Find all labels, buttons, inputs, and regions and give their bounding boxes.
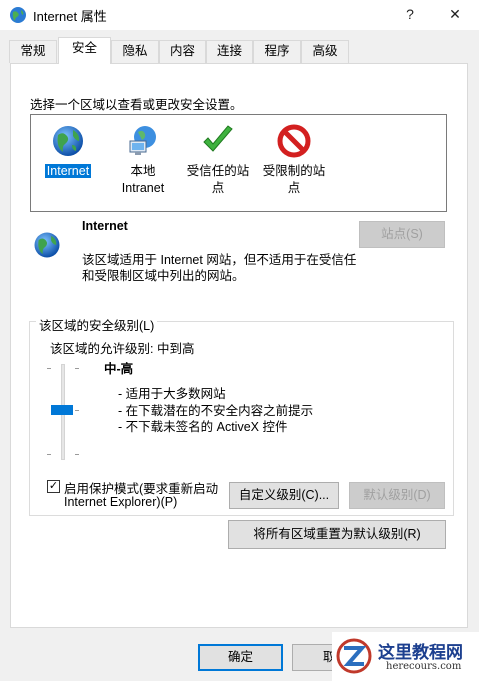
help-button[interactable]: ? — [397, 3, 423, 25]
tab-content[interactable]: 内容 — [159, 40, 206, 63]
watermark-logo-icon — [336, 638, 372, 674]
internet-options-icon — [9, 6, 27, 24]
ok-button[interactable]: 确定 — [198, 644, 283, 671]
tab-programs[interactable]: 程序 — [253, 40, 301, 63]
globe-icon — [50, 123, 86, 159]
detail-desc-line2: 和受限制区域中列出的网站。 — [82, 269, 245, 283]
close-button[interactable]: ✕ — [442, 3, 468, 25]
tab-general[interactable]: 常规 — [9, 40, 57, 63]
tab-privacy[interactable]: 隐私 — [111, 40, 159, 63]
watermark-url: herecours.com — [386, 661, 462, 672]
watermark: 这里教程网 herecours.com — [332, 632, 479, 681]
detail-title: Internet — [82, 219, 128, 233]
zone-trusted-sites[interactable]: 受信任的站 点 — [185, 123, 251, 197]
zone-restricted-line2: 点 — [287, 181, 301, 195]
zone-restricted-sites[interactable]: 受限制的站 点 — [261, 123, 327, 197]
default-level-button[interactable]: 默认级别(D) — [349, 482, 445, 509]
tab-connections[interactable]: 连接 — [206, 40, 253, 63]
custom-level-button[interactable]: 自定义级别(C)... — [229, 482, 339, 509]
zone-trusted-line1: 受信任的站 — [186, 164, 250, 178]
zone-list: Internet 本地 Intranet 受信任的站 点 受限制的站 点 — [30, 114, 447, 212]
slider-tick — [75, 454, 79, 455]
tab-advanced[interactable]: 高级 — [301, 40, 349, 63]
window-title: Internet 属性 — [33, 9, 107, 24]
zone-internet[interactable]: Internet — [39, 123, 97, 180]
sites-button[interactable]: 站点(S) — [359, 221, 445, 248]
security-level-slider-thumb[interactable] — [51, 405, 73, 415]
security-level-group-label: 该区域的安全级别(L) — [36, 315, 158, 334]
zone-local-intranet[interactable]: 本地 Intranet — [111, 123, 175, 197]
tab-security[interactable]: 安全 — [58, 37, 111, 64]
zone-intranet-line2: Intranet — [121, 181, 165, 195]
checkmark-icon — [200, 123, 236, 159]
protected-mode-checkbox[interactable]: ✓ — [47, 480, 60, 493]
intranet-icon — [125, 123, 161, 159]
zone-intranet-line1: 本地 — [130, 164, 156, 178]
reset-all-zones-button[interactable]: 将所有区域重置为默认级别(R) — [228, 520, 446, 549]
watermark-brand: 这里教程网 — [378, 643, 463, 663]
level-name: 中-高 — [104, 362, 134, 376]
allowed-level-label: 该区域的允许级别: 中到高 — [50, 342, 195, 356]
zone-internet-label: Internet — [44, 164, 92, 178]
zone-restricted-line1: 受限制的站 — [262, 164, 326, 178]
detail-globe-icon — [32, 230, 62, 260]
protected-mode-label-line2: Internet Explorer)(P) — [64, 495, 178, 509]
slider-tick — [47, 454, 51, 455]
restricted-icon — [276, 123, 312, 159]
zone-prompt: 选择一个区域以查看或更改安全设置。 — [30, 98, 243, 112]
slider-tick — [75, 368, 79, 369]
slider-tick — [47, 368, 51, 369]
level-bullet-3: - 不下载未签名的 ActiveX 控件 — [118, 420, 288, 434]
slider-tick — [75, 410, 79, 411]
zone-trusted-line2: 点 — [211, 181, 225, 195]
